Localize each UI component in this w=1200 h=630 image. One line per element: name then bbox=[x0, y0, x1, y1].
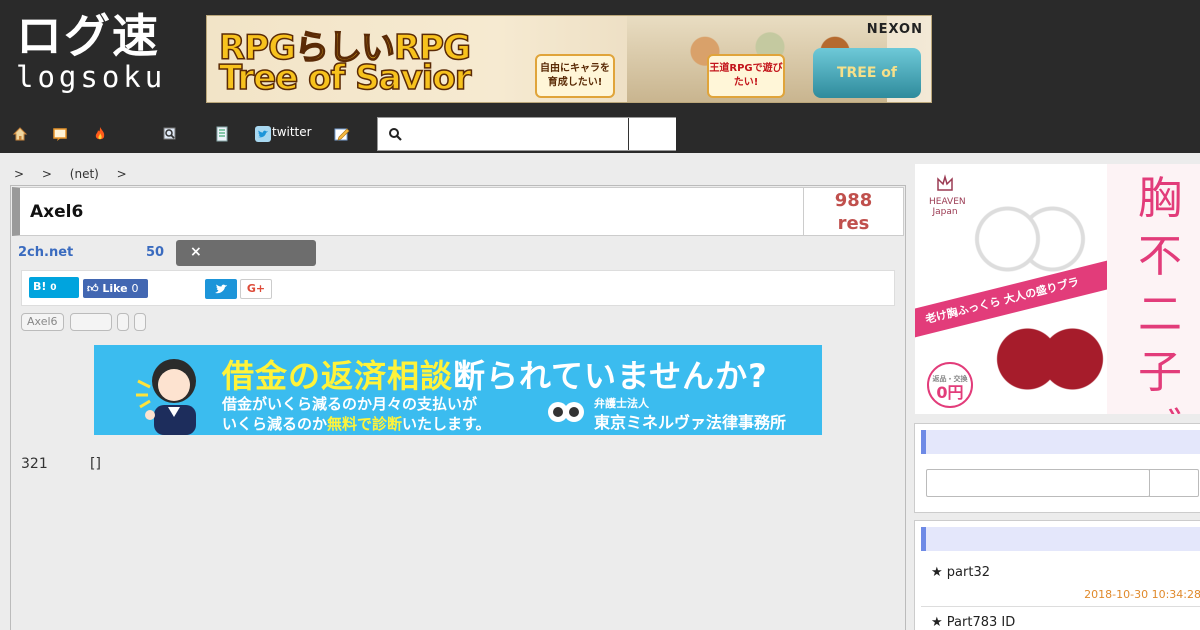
ranking-item-title[interactable]: ★ part32 bbox=[931, 565, 990, 580]
search-button[interactable] bbox=[628, 118, 676, 150]
ad-headline-text: 断られていませんか? bbox=[453, 357, 768, 395]
breadcrumb-item-net[interactable]: (net) bbox=[70, 167, 99, 181]
banner-game-logo: TREE of SAVIOR bbox=[813, 48, 921, 98]
ad-subline-2-highlight: 無料で診断 bbox=[327, 415, 403, 433]
banner-line2: Tree of Savior bbox=[218, 57, 472, 99]
breadcrumb-separator: > bbox=[116, 167, 127, 181]
close-bar[interactable]: × bbox=[176, 240, 316, 266]
site-header: ログ速 logsoku RPGらしいRPG Tree of Savior 自由に… bbox=[0, 0, 1200, 115]
facebook-like-button[interactable]: 👍︎ Like 0 bbox=[83, 279, 148, 298]
red-bra-image bbox=[975, 314, 1125, 404]
banner-bubble-2: 王道RPGで遊びたい! bbox=[707, 54, 785, 98]
sidebar-ranking-panel: ★ part32 2018-10-30 10:34:28 ★ Part783 I… bbox=[914, 520, 1200, 630]
thread-title[interactable]: Axel6 bbox=[30, 202, 83, 222]
header-search-box bbox=[377, 117, 676, 151]
owl-logo-icon bbox=[548, 402, 584, 422]
tag-chip[interactable] bbox=[134, 313, 146, 331]
close-icon[interactable]: × bbox=[190, 244, 202, 260]
twitter-bird-icon bbox=[215, 284, 227, 294]
breadcrumb: > > (net) > bbox=[14, 167, 141, 181]
ad-subline-2: いくら減るのか無料で診断いたします。 bbox=[222, 413, 491, 434]
thread-count: 50 bbox=[146, 245, 165, 260]
magnifier-icon bbox=[389, 128, 402, 141]
woman-illustration bbox=[136, 359, 196, 435]
res-count: 988 bbox=[834, 190, 873, 211]
fire-icon[interactable] bbox=[92, 126, 108, 142]
panel-heading bbox=[921, 430, 1200, 454]
post-body: [] bbox=[90, 456, 101, 472]
res-label: res bbox=[837, 213, 870, 234]
search-icon[interactable] bbox=[162, 126, 178, 142]
twitter-icon[interactable] bbox=[255, 126, 271, 142]
tag-chip[interactable] bbox=[117, 313, 129, 331]
hatena-label: B! bbox=[33, 280, 47, 293]
logo-roman: logsoku bbox=[16, 60, 167, 94]
twitter-share-button[interactable] bbox=[205, 279, 237, 299]
hatena-count: 0 bbox=[50, 283, 57, 293]
board-icon[interactable] bbox=[52, 126, 68, 142]
facebook-like-label: Like bbox=[102, 282, 128, 295]
edit-icon[interactable] bbox=[334, 126, 350, 142]
res-count-box: 988 res bbox=[803, 188, 903, 235]
ad-price-badge: 返品・交換 0円 bbox=[927, 362, 973, 408]
ad-brand-logo: HEAVEN Japan bbox=[929, 174, 966, 217]
ad-vertical-title: 胸不二子ブラ bbox=[1138, 173, 1182, 414]
ad-brand-name: HEAVEN Japan bbox=[929, 197, 966, 217]
ad-headline: 借金の返済相談断られていませんか? bbox=[222, 351, 768, 397]
debt-consultation-ad[interactable]: 借金の返済相談断られていませんか? 借金がいくら減るのか月々の支払いが いくら減… bbox=[94, 345, 822, 435]
ranking-item-date: 2018-10-30 10:34:28 bbox=[1084, 588, 1200, 601]
thread-source-link[interactable]: 2ch.net bbox=[18, 245, 73, 260]
ranking-item-title[interactable]: ★ Part783 ID bbox=[931, 615, 1015, 630]
home-icon[interactable] bbox=[12, 126, 28, 142]
nav-twitter-label[interactable]: twitter bbox=[272, 125, 312, 139]
panel-heading bbox=[921, 527, 1200, 551]
logo-kanji: ログ速 bbox=[16, 9, 160, 63]
top-ad-banner[interactable]: RPGらしいRPG Tree of Savior 自由にキャラを育成したい! 王… bbox=[206, 15, 932, 103]
share-bar: B! 0 👍︎ Like 0 G+ bbox=[21, 270, 895, 306]
heaven-crown-icon bbox=[937, 174, 953, 191]
site-logo[interactable]: ログ速 logsoku bbox=[16, 10, 188, 100]
banner-bubble-1: 自由にキャラを育成したい! bbox=[535, 54, 615, 98]
ad-firm-name: 東京ミネルヴァ法律事務所 bbox=[594, 413, 787, 432]
search-input[interactable] bbox=[406, 119, 626, 149]
ad-price: 0円 bbox=[936, 383, 964, 402]
post-number[interactable]: 321 bbox=[21, 456, 48, 472]
sidebar-search-button[interactable] bbox=[1149, 469, 1199, 497]
ad-subline-2-post: いたします。 bbox=[402, 415, 491, 433]
banner-publisher: NEXON bbox=[866, 22, 923, 37]
list-icon[interactable] bbox=[214, 126, 230, 142]
ad-subline-2-pre: いくら減るのか bbox=[222, 415, 328, 433]
breadcrumb-separator: > bbox=[14, 167, 25, 181]
breadcrumb-separator: > bbox=[41, 167, 52, 181]
ranking-item[interactable]: ★ Part783 ID bbox=[921, 609, 1200, 630]
facebook-icon: 👍︎ bbox=[87, 282, 99, 295]
tag-chip[interactable]: Axel6 bbox=[21, 313, 64, 331]
tag-chip[interactable] bbox=[70, 313, 112, 331]
ad-headline-highlight: 借金の返済相談 bbox=[222, 357, 454, 395]
sidebar-bra-ad[interactable]: HEAVEN Japan 老け胸ふっくら 大人の盛りブラ 返品・交換 0円 胸不… bbox=[915, 164, 1200, 414]
sidebar-search-panel bbox=[914, 423, 1200, 513]
hatena-bookmark-button[interactable]: B! 0 bbox=[29, 277, 79, 298]
thread-header: Axel6 988 res bbox=[12, 187, 904, 236]
sidebar-search-input[interactable] bbox=[926, 469, 1150, 497]
google-plus-button[interactable]: G+ bbox=[240, 279, 272, 299]
ranking-item[interactable]: ★ part32 2018-10-30 10:34:28 bbox=[921, 559, 1200, 607]
facebook-like-count: 0 bbox=[131, 282, 139, 295]
ad-subline-1: 借金がいくら減るのか月々の支払いが bbox=[222, 395, 478, 413]
